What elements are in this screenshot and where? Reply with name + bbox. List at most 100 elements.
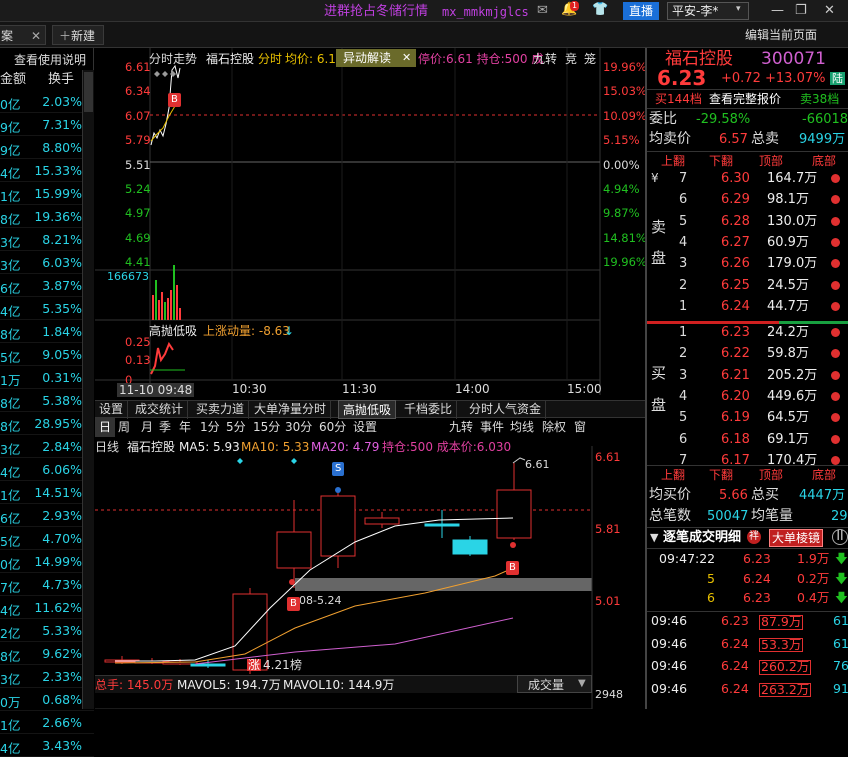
triangle-down-icon[interactable]: ▼ [650, 532, 658, 543]
indicator-tab[interactable]: 高抛低吸 [338, 400, 397, 419]
list-item[interactable]: 8亿 28.95% [0, 412, 94, 435]
level-price[interactable]: 6.24 [721, 300, 750, 313]
vol-indicator-select[interactable]: 成交量 ▼ [517, 675, 592, 693]
period-button[interactable]: 1分 [196, 418, 224, 437]
buy-marker[interactable]: B [168, 93, 181, 107]
promo-link[interactable]: 进群抢占冬储行情 [324, 5, 428, 18]
list-item[interactable]: 1万 0.31% [0, 366, 94, 389]
level-price[interactable]: 6.23 [721, 326, 750, 339]
list-item[interactable]: 8亿 1.84% [0, 320, 94, 343]
level-price[interactable]: 6.30 [721, 172, 750, 185]
list-item[interactable]: 4亿 11.62% [0, 596, 94, 619]
scroll-thumb[interactable] [84, 72, 93, 112]
buy-tier-button[interactable]: 卖38档 [800, 93, 839, 105]
list-item[interactable]: 4亿 5.35% [0, 297, 94, 320]
level-price[interactable]: 6.29 [721, 193, 750, 206]
close-button[interactable]: ✕ [824, 4, 835, 17]
kline-tool-button[interactable]: 九转 [445, 418, 477, 437]
close-icon[interactable]: ✕ [31, 26, 41, 46]
period-button[interactable]: 5分 [222, 418, 250, 437]
indicator-tab[interactable]: 分时人气资金 [465, 400, 547, 419]
kline-tool-button[interactable]: 窗 [570, 418, 590, 437]
level-price[interactable]: 6.18 [721, 433, 750, 446]
mail-icon[interactable]: ✉ [537, 4, 548, 17]
buy-marker-1[interactable]: B [287, 597, 300, 611]
period-button[interactable]: 60分 [315, 418, 350, 437]
kline-tool-button[interactable]: 除权 [538, 418, 570, 437]
list-item[interactable]: 3亿 2.33% [0, 665, 94, 688]
indicator-tab[interactable]: 设置 [95, 400, 129, 419]
sell-tier-button[interactable]: 买144档 [655, 93, 702, 105]
period-button[interactable]: 周 [114, 418, 134, 437]
jing-button[interactable]: 竞 [565, 53, 577, 65]
level-price[interactable]: 6.27 [721, 236, 750, 249]
list-item[interactable]: 8亿 19.36% [0, 205, 94, 228]
list-item[interactable]: 1亿 2.66% [0, 711, 94, 734]
list-item[interactable]: 6亿 3.87% [0, 274, 94, 297]
list-item[interactable]: 8亿 9.62% [0, 642, 94, 665]
page-button[interactable]: 顶部 [759, 155, 783, 167]
new-tab-button[interactable]: ＋新建 [52, 25, 104, 45]
list-item[interactable]: 9亿 8.80% [0, 136, 94, 159]
page-button[interactable]: 底部 [812, 469, 836, 481]
long-button[interactable]: 笼 [584, 53, 596, 65]
list-item[interactable]: 5亿 9.05% [0, 343, 94, 366]
list-item[interactable]: 9亿 7.31% [0, 113, 94, 136]
page-button[interactable]: 顶部 [759, 469, 783, 481]
indicator-tab[interactable]: 千档委比 [400, 400, 458, 419]
list-item[interactable]: 7亿 4.73% [0, 573, 94, 596]
period-button[interactable]: 30分 [281, 418, 316, 437]
kline-tool-button[interactable]: 均线 [506, 418, 538, 437]
yidong-popup[interactable]: 异动解读 ✕ [336, 49, 416, 67]
col-header-amount[interactable]: 金额 [0, 73, 26, 86]
sell-marker[interactable]: S [332, 462, 345, 476]
minimize-button[interactable]: — [771, 4, 784, 17]
list-item[interactable]: 2亿 5.33% [0, 619, 94, 642]
page-button[interactable]: 上翻 [661, 469, 685, 481]
list-item[interactable]: 5亿 4.70% [0, 527, 94, 550]
kline-tool-button[interactable]: 事件 [476, 418, 508, 437]
list-item[interactable]: 8亿 5.38% [0, 389, 94, 412]
level-price[interactable]: 6.25 [721, 279, 750, 292]
pause-icon[interactable]: ll [832, 529, 848, 545]
list-item[interactable]: 4亿 3.43% [0, 734, 94, 757]
list-item[interactable]: 1亿 15.99% [0, 182, 94, 205]
live-button[interactable]: 直播 [623, 2, 660, 20]
page-button[interactable]: 上翻 [661, 155, 685, 167]
list-item[interactable]: 4亿 6.06% [0, 458, 94, 481]
level-price[interactable]: 6.28 [721, 215, 750, 228]
list-item[interactable]: 0亿 2.03% [0, 90, 94, 113]
period-button[interactable]: 设置 [349, 418, 381, 437]
period-button[interactable]: 季 [155, 418, 175, 437]
scrollbar[interactable] [82, 70, 94, 709]
page-button[interactable]: 下翻 [709, 155, 733, 167]
level-price[interactable]: 6.20 [721, 390, 750, 403]
close-icon[interactable]: ✕ [402, 52, 411, 63]
period-button[interactable]: 日 [95, 418, 116, 437]
list-item[interactable]: 3亿 8.21% [0, 228, 94, 251]
indicator-tab[interactable]: 大单净量分时 [250, 400, 332, 419]
col-header-turnover[interactable]: 换手 [48, 73, 74, 86]
list-item[interactable]: 0万 0.68% [0, 688, 94, 711]
period-button[interactable]: 15分 [249, 418, 284, 437]
list-item[interactable]: 4亿 15.33% [0, 159, 94, 182]
indicator-tab[interactable]: 成交统计 [131, 400, 189, 419]
list-item[interactable]: 6亿 2.93% [0, 504, 94, 527]
list-item[interactable]: 3亿 2.84% [0, 435, 94, 458]
help-link[interactable]: 查看使用说明 [14, 54, 86, 66]
full-quote-button[interactable]: 查看完整报价 [709, 93, 781, 105]
list-item[interactable]: 3亿 6.03% [0, 251, 94, 274]
level-price[interactable]: 6.21 [721, 369, 750, 382]
big-order-button[interactable]: 大单棱镜 [769, 529, 824, 547]
indicator-tab[interactable]: 买卖力道 [192, 400, 250, 419]
level-price[interactable]: 6.26 [721, 257, 750, 270]
edit-page-button[interactable]: 编辑当前页面 [739, 25, 847, 45]
list-item[interactable]: 1亿 14.51% [0, 481, 94, 504]
page-button[interactable]: 下翻 [709, 469, 733, 481]
jiuzhuan-button[interactable]: 九转 [533, 53, 557, 65]
buy-marker-2[interactable]: B [506, 561, 519, 575]
list-item[interactable]: 0亿 14.99% [0, 550, 94, 573]
period-button[interactable]: 年 [175, 418, 195, 437]
page-button[interactable]: 底部 [812, 155, 836, 167]
level-price[interactable]: 6.19 [721, 411, 750, 424]
